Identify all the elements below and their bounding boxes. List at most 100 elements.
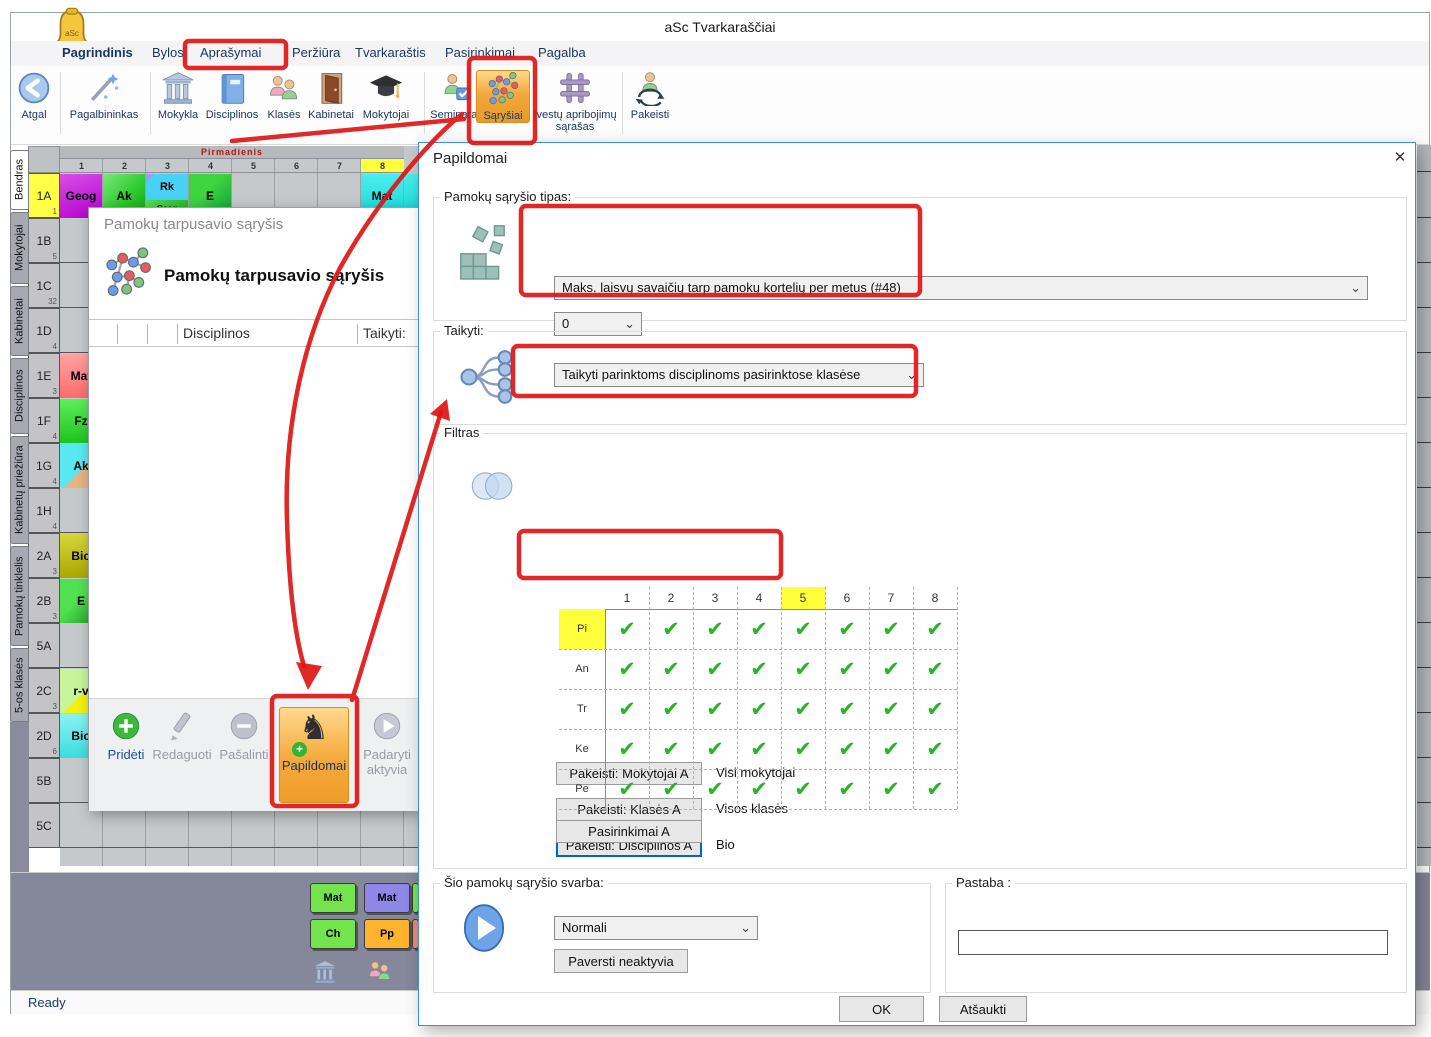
toolbar-button-sąryšiai[interactable]: Sąryšiai xyxy=(476,70,530,123)
class-cell-5c[interactable]: 5C xyxy=(28,803,60,848)
menu-item-aprašymai[interactable]: Aprašymai xyxy=(200,45,261,60)
lesson-cell-top[interactable]: Rk xyxy=(146,174,188,200)
sidebar-tab-pamokų-tinklelis[interactable]: Pamokų tinklelis xyxy=(10,546,29,646)
grid-cell-pi-6[interactable]: ✔ xyxy=(825,609,869,649)
grid-row-header-ke[interactable]: Ke xyxy=(559,729,605,769)
grid-cell-ke-6[interactable]: ✔ xyxy=(825,729,869,769)
column-header-disciplinos[interactable]: Disciplinos xyxy=(183,325,250,341)
grid-cell-tr-5[interactable]: ✔ xyxy=(781,689,825,729)
grid-cell-pe-7[interactable]: ✔ xyxy=(869,769,913,809)
class-cell-1a[interactable]: 1A 1 xyxy=(28,173,60,218)
relation-type-dropdown[interactable]: Maks. laisvų savaičių tarp pamokų kortel… xyxy=(554,276,1368,300)
toolbar-button-pagalbininkas[interactable]: Pagalbininkas xyxy=(62,70,146,121)
period-header-6[interactable]: 6 xyxy=(275,159,318,173)
options-a-button[interactable]: Pasirinkimai A xyxy=(556,820,702,843)
menu-item-peržiūra[interactable]: Peržiūra xyxy=(292,45,340,60)
card-mat-1[interactable]: Mat xyxy=(364,883,410,913)
close-icon[interactable]: ✕ xyxy=(1389,147,1411,169)
class-cell-2a[interactable]: 2A 3 xyxy=(28,533,60,578)
sidebar-tab-disciplinos[interactable]: Disciplinos xyxy=(10,358,29,434)
grid-cell-an-6[interactable]: ✔ xyxy=(825,649,869,689)
grid-cell-an-3[interactable]: ✔ xyxy=(693,649,737,689)
toolbar-button-kabinetai[interactable]: Kabinetai xyxy=(303,70,359,121)
grid-cell-tr-3[interactable]: ✔ xyxy=(693,689,737,729)
grid-cell-tr-7[interactable]: ✔ xyxy=(869,689,913,729)
sidebar-tab-kabinetų-priežiūra[interactable]: Kabinetų priežiūra xyxy=(10,436,29,544)
period-header-2[interactable]: 2 xyxy=(103,159,146,173)
grid-cell-pe-4[interactable]: ✔ xyxy=(737,769,781,809)
importance-dropdown[interactable]: Normali ⌄ xyxy=(554,916,758,940)
toolbar-button-disciplinos[interactable]: Disciplinos xyxy=(201,70,263,121)
menu-item-pasirinkimai[interactable]: Pasirinkimai xyxy=(445,45,515,60)
toolbar-button-mokykla[interactable]: Mokykla xyxy=(152,70,204,121)
menu-item-bylos[interactable]: Bylos xyxy=(152,45,184,60)
grid-cell-tr-4[interactable]: ✔ xyxy=(737,689,781,729)
grid-row-header-an[interactable]: An xyxy=(559,649,605,689)
grid-cell-tr-1[interactable]: ✔ xyxy=(605,689,649,729)
class-cell-2b[interactable]: 2B 3 xyxy=(28,578,60,623)
relations-empty-list[interactable] xyxy=(89,347,418,698)
grid-col-header-1[interactable]: 1 xyxy=(605,587,649,609)
class-cell-1g[interactable]: 1G 4 xyxy=(28,443,60,488)
grid-cell-pe-8[interactable]: ✔ xyxy=(913,769,957,809)
menu-item-pagalba[interactable]: Pagalba xyxy=(538,45,586,60)
grid-col-header-6[interactable]: 6 xyxy=(825,587,869,609)
grid-cell-an-1[interactable]: ✔ xyxy=(605,649,649,689)
grid-cell-an-2[interactable]: ✔ xyxy=(649,649,693,689)
ok-button[interactable]: OK xyxy=(839,996,924,1022)
grid-cell-tr-2[interactable]: ✔ xyxy=(649,689,693,729)
card-ch-2[interactable]: Ch xyxy=(310,919,356,949)
grid-col-header-4[interactable]: 4 xyxy=(737,587,781,609)
toolbar-button-mokytojai[interactable]: Mokytojai xyxy=(355,70,417,121)
grid-col-header-2[interactable]: 2 xyxy=(649,587,693,609)
grid-cell-pe-1[interactable]: ✔ xyxy=(605,769,649,809)
period-header-8[interactable]: 8 xyxy=(361,159,404,173)
grid-cell-ke-8[interactable]: ✔ xyxy=(913,729,957,769)
sidebar-tab-mokytojai[interactable]: Mokytojai xyxy=(10,212,29,284)
class-cell-1c[interactable]: 1C 32 xyxy=(28,263,60,308)
toolbar-button-pakeisti[interactable]: Pakeisti xyxy=(622,70,678,121)
grid-col-header-8[interactable]: 8 xyxy=(913,587,957,609)
pašalinti-button[interactable]: Pašalinti xyxy=(213,709,275,762)
class-cell-5a[interactable]: 5A xyxy=(28,623,60,668)
sidebar-tab-5-os-klasės[interactable]: 5-os klasės xyxy=(10,648,29,722)
grid-row-header-tr[interactable]: Tr xyxy=(559,689,605,729)
grid-cell-tr-8[interactable]: ✔ xyxy=(913,689,957,729)
grid-cell-pi-4[interactable]: ✔ xyxy=(737,609,781,649)
grid-cell-pe-3[interactable]: ✔ xyxy=(693,769,737,809)
grid-cell-ke-7[interactable]: ✔ xyxy=(869,729,913,769)
class-cell-1b[interactable]: 1B 5 xyxy=(28,218,60,263)
class-cell-5b[interactable]: 5B xyxy=(28,758,60,803)
grid-cell-pi-1[interactable]: ✔ xyxy=(605,609,649,649)
deactivate-button[interactable]: Paversti neaktyvia xyxy=(554,949,688,973)
period-header-5[interactable]: 5 xyxy=(232,159,275,173)
cancel-button[interactable]: Atšaukti xyxy=(939,996,1027,1022)
grid-cell-pi-8[interactable]: ✔ xyxy=(913,609,957,649)
grid-cell-ke-1[interactable]: ✔ xyxy=(605,729,649,769)
class-cell-1d[interactable]: 1D 4 xyxy=(28,308,60,353)
grid-cell-pe-5[interactable]: ✔ xyxy=(781,769,825,809)
grid-cell-ke-4[interactable]: ✔ xyxy=(737,729,781,769)
class-cell-2d[interactable]: 2D 6 xyxy=(28,713,60,758)
menu-item-tvarkaraštis[interactable]: Tvarkaraštis xyxy=(355,45,426,60)
period-header-4[interactable]: 4 xyxy=(189,159,232,173)
card-pp-3[interactable]: Pp xyxy=(364,919,410,949)
grid-col-header-3[interactable]: 3 xyxy=(693,587,737,609)
grid-cell-pi-5[interactable]: ✔ xyxy=(781,609,825,649)
period-header-1[interactable]: 1 xyxy=(60,159,103,173)
note-input[interactable] xyxy=(958,930,1388,955)
period-header-3[interactable]: 3 xyxy=(146,159,189,173)
grid-cell-an-4[interactable]: ✔ xyxy=(737,649,781,689)
class-cell-2c[interactable]: 2C 3 xyxy=(28,668,60,713)
grid-cell-pe-2[interactable]: ✔ xyxy=(649,769,693,809)
card-mat-0[interactable]: Mat xyxy=(310,883,356,913)
grid-cell-pe-6[interactable]: ✔ xyxy=(825,769,869,809)
toolbar-button-įvestų-apribojimų-sąrašas[interactable]: Įvestų apribojimų sąrašas xyxy=(529,70,621,133)
class-cell-1f[interactable]: 1F 4 xyxy=(28,398,60,443)
grid-cell-ke-5[interactable]: ✔ xyxy=(781,729,825,769)
papildomai-button[interactable]: ♞ + Papildomai xyxy=(279,707,349,803)
column-header-taikyti[interactable]: Taikyti: xyxy=(363,325,406,341)
grid-cell-an-7[interactable]: ✔ xyxy=(869,649,913,689)
toolbar-button-klasės[interactable]: Klasės xyxy=(260,70,308,121)
grid-cell-pi-7[interactable]: ✔ xyxy=(869,609,913,649)
